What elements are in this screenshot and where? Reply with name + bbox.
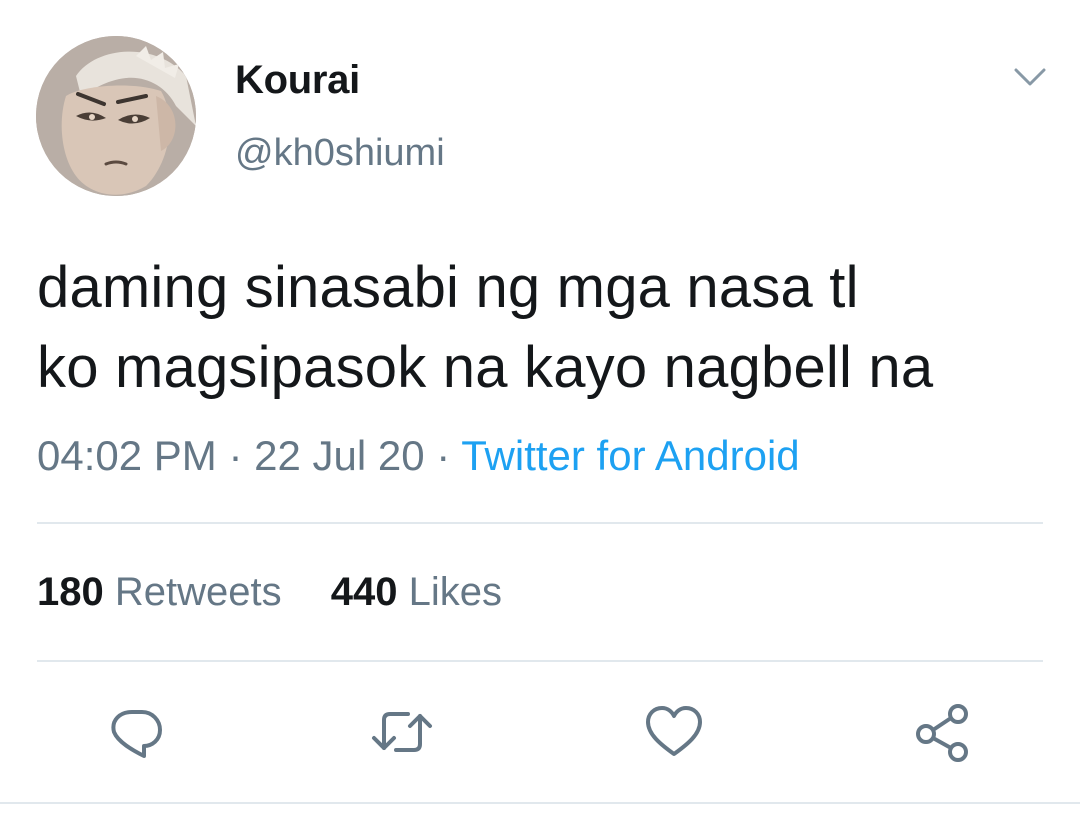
share-icon bbox=[916, 704, 968, 762]
user-handle[interactable]: @kh0shiumi bbox=[235, 132, 445, 175]
chevron-down-icon bbox=[1014, 68, 1046, 86]
tweet-meta: 04:02 PM · 22 Jul 20 · Twitter for Andro… bbox=[37, 432, 800, 480]
tweet-date: 22 Jul 20 bbox=[254, 432, 425, 479]
retweets-stat[interactable]: 180 Retweets bbox=[37, 570, 282, 614]
retweets-count: 180 bbox=[37, 570, 104, 614]
avatar[interactable] bbox=[36, 36, 196, 196]
heart-icon bbox=[646, 706, 702, 756]
likes-stat[interactable]: 440 Likes bbox=[331, 570, 502, 614]
avatar-image bbox=[36, 36, 196, 196]
retweets-label: Retweets bbox=[114, 570, 282, 614]
reply-icon bbox=[111, 710, 162, 758]
divider bbox=[0, 802, 1080, 804]
retweet-button[interactable] bbox=[370, 700, 434, 764]
meta-separator: · bbox=[228, 432, 243, 479]
like-button[interactable] bbox=[642, 700, 706, 764]
likes-count: 440 bbox=[330, 570, 398, 614]
likes-label: Likes bbox=[408, 570, 503, 614]
retweet-icon bbox=[372, 712, 432, 752]
share-button[interactable] bbox=[910, 700, 974, 764]
tweet-stats: 180 Retweets 440 Likes bbox=[37, 570, 540, 615]
tweet-source-link[interactable]: Twitter for Android bbox=[461, 432, 799, 479]
tweet-time: 04:02 PM bbox=[37, 432, 217, 479]
more-options-button[interactable] bbox=[1010, 60, 1050, 96]
divider bbox=[37, 660, 1043, 662]
meta-separator: · bbox=[436, 432, 451, 479]
reply-button[interactable] bbox=[104, 700, 168, 764]
tweet-text: daming sinasabi ng mga nasa tl ko magsip… bbox=[37, 248, 1057, 408]
tweet-text-line: daming sinasabi ng mga nasa tl bbox=[37, 255, 859, 320]
display-name[interactable]: Kourai bbox=[235, 58, 360, 103]
divider bbox=[37, 522, 1043, 524]
tweet-text-line: ko magsipasok na kayo nagbell na bbox=[37, 335, 934, 400]
